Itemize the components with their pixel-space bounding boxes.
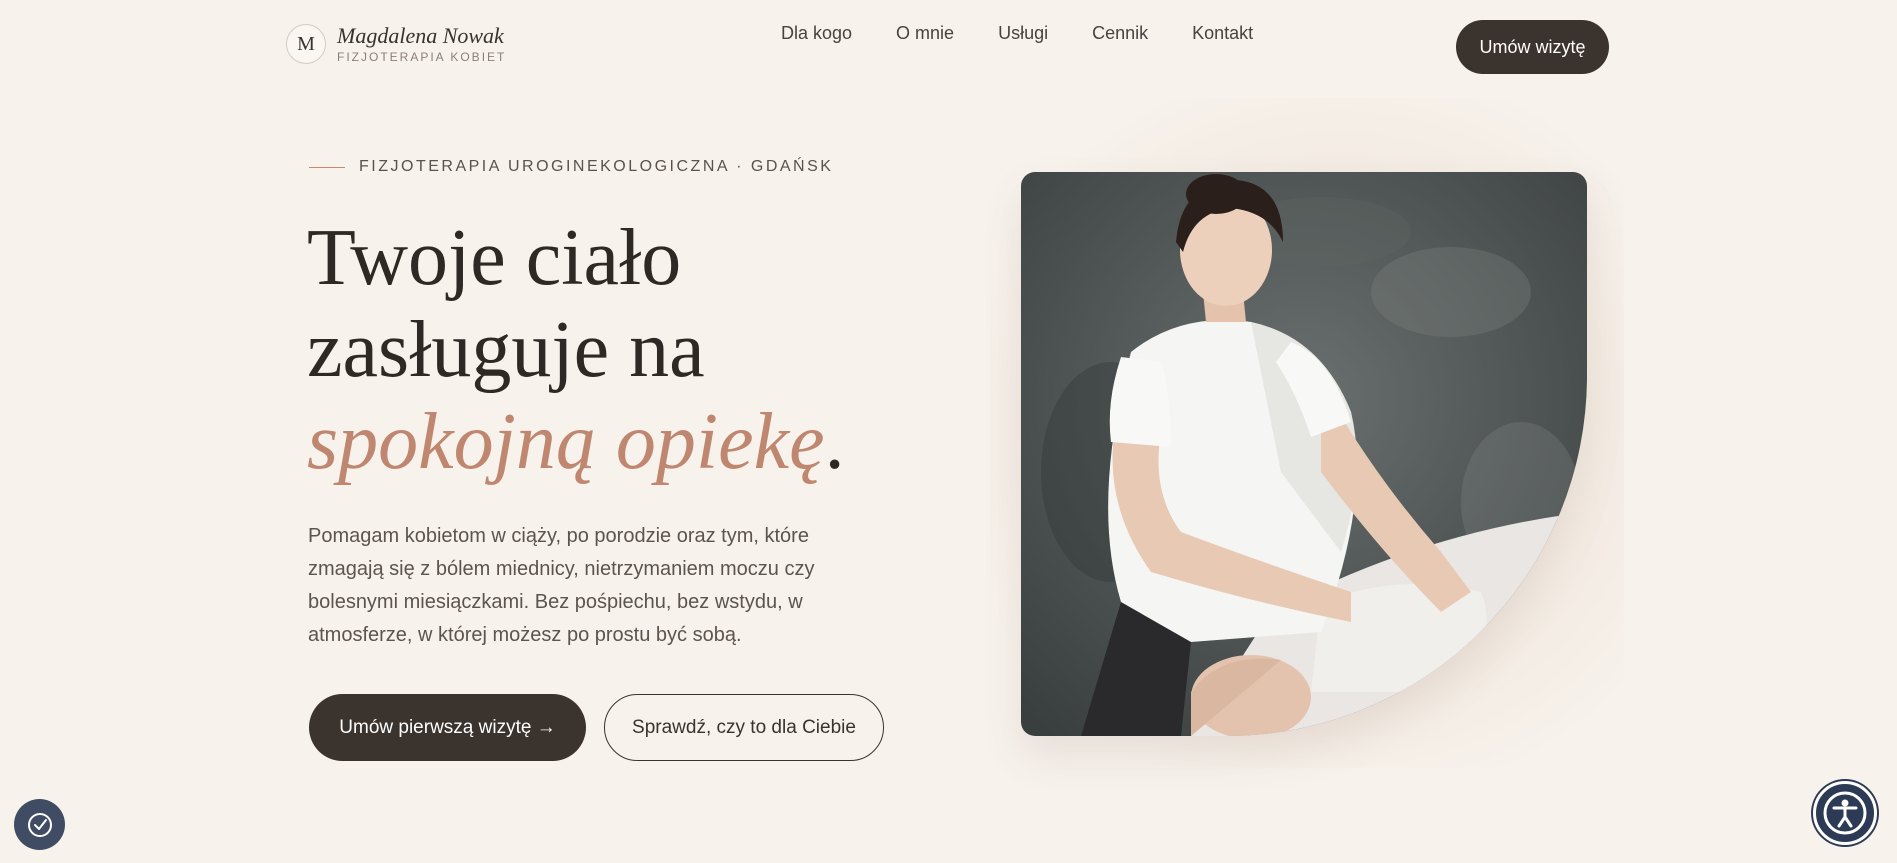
- main-nav: Dla kogo O mnie Usługi Cennik Kontakt: [781, 22, 1253, 44]
- nav-item-kontakt[interactable]: Kontakt: [1192, 22, 1253, 44]
- logo-text: Magdalena Nowak FIZJOTERAPIA KOBIET: [337, 23, 507, 65]
- book-visit-button[interactable]: Umów wizytę: [1456, 20, 1609, 74]
- eyebrow-divider: [309, 166, 345, 168]
- logo-mark-icon: M: [286, 24, 326, 64]
- hero-description: Pomagam kobietom w ciąży, po porodzie or…: [308, 525, 815, 646]
- headline-line-2: zasługuje na: [307, 306, 705, 394]
- book-first-visit-button[interactable]: Umów pierwszą wizytę →: [309, 694, 586, 761]
- brand-tagline: FIZJOTERAPIA KOBIET: [337, 50, 507, 64]
- nav-item-o-mnie[interactable]: O mnie: [896, 22, 954, 44]
- cookie-settings-button[interactable]: [14, 799, 65, 850]
- site-header: M Magdalena Nowak FIZJOTERAPIA KOBIET Dl…: [0, 0, 1897, 96]
- logo-link[interactable]: M Magdalena Nowak FIZJOTERAPIA KOBIET: [286, 24, 506, 64]
- accessibility-button[interactable]: [1813, 781, 1877, 845]
- hero-headline: Twoje ciało zasługuje na spokojną opiekę…: [307, 212, 947, 488]
- eyebrow-text: FIZJOTERAPIA UROGINEKOLOGICZNA · GDAŃSK: [359, 158, 834, 175]
- headline-accent: spokojną opiekę: [307, 398, 825, 486]
- headline-line-1: Twoje ciało: [307, 214, 682, 302]
- nav-item-uslugi[interactable]: Usługi: [998, 22, 1048, 44]
- check-if-for-you-button[interactable]: Sprawdź, czy to dla Ciebie: [604, 694, 884, 761]
- nav-item-cennik[interactable]: Cennik: [1092, 22, 1148, 44]
- cookie-settings-icon: [27, 812, 52, 837]
- accessibility-icon: [1823, 791, 1867, 835]
- hero-eyebrow: FIZJOTERAPIA UROGINEKOLOGICZNA · GDAŃSK: [309, 158, 833, 176]
- brand-name: Magdalena Nowak: [337, 23, 504, 48]
- nav-item-dla-kogo[interactable]: Dla kogo: [781, 22, 852, 44]
- headline-period: .: [824, 398, 845, 486]
